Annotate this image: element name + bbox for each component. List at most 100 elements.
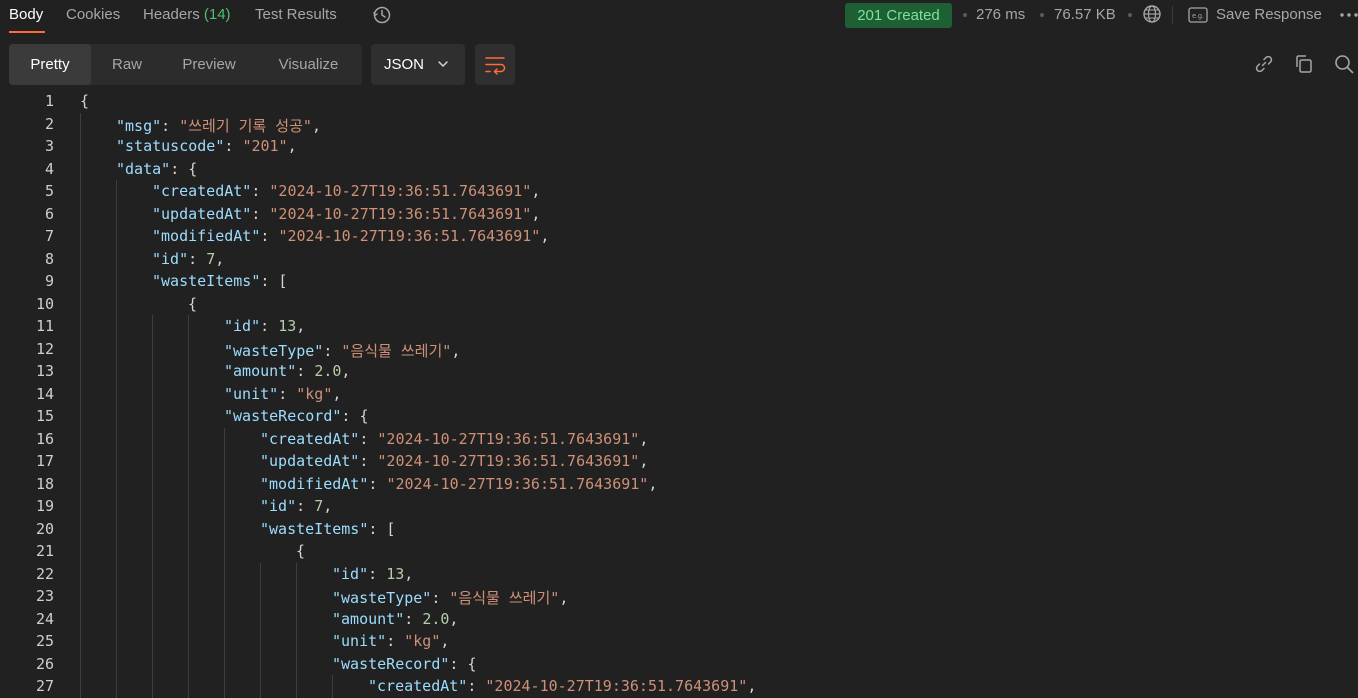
json-punctuation: ,: [404, 564, 414, 583]
json-string: "음식물 쓰레기": [341, 341, 452, 360]
line-number: 27: [35, 677, 54, 695]
json-key: "wasteType": [332, 589, 432, 607]
response-body-viewer[interactable]: 1{2 "msg": "쓰레기 기록 성공", 3 "statuscode": "20…: [0, 90, 1358, 698]
more-icon[interactable]: [1339, 8, 1358, 22]
view-pretty[interactable]: Pretty: [9, 44, 91, 85]
indent-guide: [224, 472, 225, 495]
line-number: 25: [35, 632, 54, 650]
code-text: {: [80, 92, 89, 110]
save-response-icon[interactable]: e.g.: [1188, 7, 1208, 23]
indent-guide: [188, 562, 189, 585]
indent-guide: [80, 405, 81, 428]
code-text: "modifiedAt": "2024-10-27T19:36:51.76436…: [260, 475, 657, 493]
json-key: "wasteItems": [152, 272, 261, 290]
json-punctuation: : {: [449, 654, 477, 673]
search-icon[interactable]: [1334, 54, 1354, 74]
chevron-down-icon: [438, 61, 448, 68]
line-number: 11: [35, 317, 54, 335]
code-text: "wasteItems": [: [260, 520, 395, 538]
indent-guide: [80, 517, 81, 540]
link-icon[interactable]: [1254, 54, 1274, 74]
code-text: "createdAt": "2024-10-27T19:36:51.764369…: [368, 677, 756, 695]
copy-icon[interactable]: [1294, 54, 1314, 74]
tab-cookies[interactable]: Cookies: [66, 6, 120, 23]
code-text: "unit": "kg",: [332, 632, 449, 650]
response-time[interactable]: 276 ms: [976, 6, 1025, 23]
tab-body[interactable]: Body: [9, 6, 43, 23]
code-text: "msg": "쓰레기 기록 성공",: [116, 115, 321, 136]
tab-test-results[interactable]: Test Results: [255, 6, 337, 23]
json-punctuation: :: [359, 429, 378, 448]
indent-guide: [80, 382, 81, 405]
indent-guide: [80, 247, 81, 270]
code-text: "amount": 2.0,: [332, 610, 458, 628]
json-number: 13: [386, 564, 405, 583]
indent-guide: [260, 675, 261, 698]
json-punctuation: :: [251, 204, 270, 223]
json-punctuation: :: [386, 632, 405, 650]
indent-guide: [116, 247, 117, 270]
indent-guide: [188, 360, 189, 383]
json-key: "statuscode": [116, 137, 225, 155]
indent-guide: [116, 607, 117, 630]
save-response-button[interactable]: Save Response: [1216, 6, 1322, 23]
indent-guide: [152, 472, 153, 495]
code-line: 2 "msg": "쓰레기 기록 성공",: [0, 113, 1358, 135]
code-text: "id": 7,: [152, 250, 224, 268]
code-line: 10 {: [0, 293, 1358, 315]
globe-icon[interactable]: [1142, 4, 1162, 24]
indent-guide: [116, 405, 117, 428]
code-line: 1{: [0, 90, 1358, 112]
wrap-lines-button[interactable]: [475, 44, 515, 85]
json-punctuation: ,: [215, 249, 225, 268]
line-number: 12: [35, 339, 54, 358]
format-dropdown[interactable]: JSON: [371, 44, 465, 85]
line-number: 20: [35, 519, 54, 538]
line-number: 1: [44, 92, 54, 110]
json-string: "2024-10-27T19:36:51.7643691": [386, 474, 649, 493]
indent-guide: [80, 135, 81, 158]
json-number: 13: [278, 317, 297, 335]
code-text: "id": 7,: [260, 497, 332, 515]
json-punctuation: :: [404, 609, 423, 628]
code-line: 5 "createdAt": "2024-10-27T19:36:51.76436…: [0, 180, 1358, 202]
indent-guide: [332, 675, 333, 698]
view-raw[interactable]: Raw: [91, 44, 163, 85]
tab-headers[interactable]: Headers (14): [143, 6, 231, 23]
json-punctuation: : {: [341, 407, 369, 425]
indent-guide: [80, 495, 81, 518]
view-preview[interactable]: Preview: [163, 44, 255, 85]
json-key: "id": [224, 317, 261, 335]
indent-guide: [296, 562, 297, 585]
json-punctuation: :: [224, 137, 243, 155]
code-line: 20 "wasteItems": [: [0, 518, 1358, 540]
status-badge[interactable]: 201 Created: [845, 3, 952, 28]
indent-guide: [80, 607, 81, 630]
history-icon[interactable]: [371, 4, 393, 26]
indent-guide: [152, 360, 153, 383]
indent-guide: [224, 630, 225, 653]
view-visualize[interactable]: Visualize: [255, 44, 362, 85]
response-size[interactable]: 76.57 KB: [1054, 6, 1116, 23]
code-text: "createdAt": "2024-10-27T19:36:51.764369…: [260, 430, 648, 448]
json-punctuation: :: [161, 116, 180, 135]
indent-guide: [116, 337, 117, 360]
line-number: 18: [35, 474, 54, 493]
json-punctuation: {: [80, 92, 90, 110]
json-punctuation: ,: [648, 474, 658, 493]
line-number: 15: [35, 407, 54, 425]
indent-guide: [188, 540, 189, 563]
code-line: 3 "statuscode": "201",: [0, 135, 1358, 157]
line-number: 22: [35, 564, 54, 583]
json-string: "쓰레기 기록 성공": [179, 116, 312, 135]
indent-guide: [296, 630, 297, 653]
indent-guide: [296, 585, 297, 608]
tab-headers-label: Headers: [143, 6, 200, 23]
code-line: 13 "amount": 2.0,: [0, 360, 1358, 382]
json-punctuation: : [: [260, 272, 288, 290]
indent-guide: [188, 472, 189, 495]
line-number: 8: [44, 249, 54, 268]
code-line: 22 "id": 13,: [0, 563, 1358, 585]
indent-guide: [188, 630, 189, 653]
json-punctuation: ,: [440, 632, 450, 650]
